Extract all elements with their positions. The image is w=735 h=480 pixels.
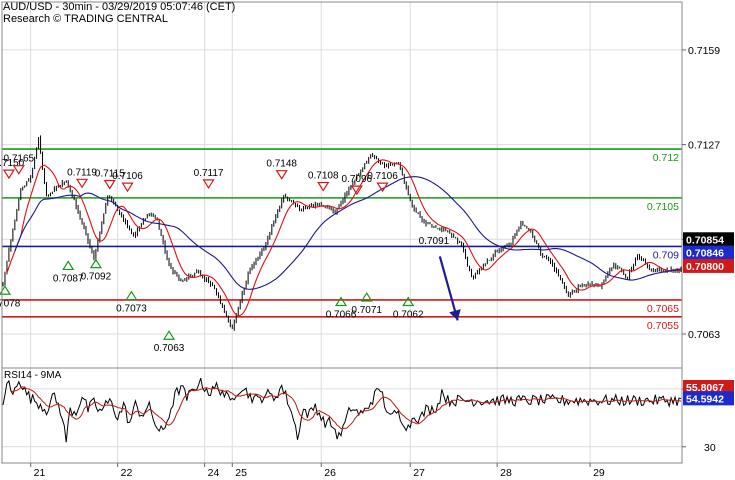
x-axis-label: 21 [34, 467, 46, 479]
level-label: 0.7105 [647, 201, 679, 213]
x-axis-label: 27 [413, 467, 425, 479]
rsi-panel: RSI14 - 9MA [2, 370, 682, 443]
price-marker-label: 0.7148 [266, 159, 297, 170]
rsi-panel-border [1, 367, 683, 464]
low-marker-triangle [162, 330, 176, 340]
high-marker-triangle [121, 182, 134, 193]
forecast-arrow-head [449, 309, 461, 321]
rsi-line [2, 377, 682, 443]
price-marker-label: 0.7165 [4, 154, 35, 165]
price-marker-label: 0.7078 [0, 298, 21, 309]
price-marker-label: 0.7108 [308, 171, 339, 182]
rsi-badge-label: 54.5942 [686, 393, 724, 405]
grid-lines [2, 2, 682, 463]
rsi-label: RSI14 - 9MA [4, 370, 62, 381]
low-marker-triangle [125, 290, 138, 301]
slow-moving-average [14, 176, 682, 290]
axes: 0.70630.70950.71270.71593055212224252627… [1, 1, 720, 479]
x-axis-label: 25 [235, 467, 247, 479]
level-label: 0.709 [653, 249, 679, 261]
level-label: 0.7055 [647, 320, 679, 332]
price-badge-label: 0.70846 [686, 248, 724, 260]
high-marker-triangle [75, 178, 89, 189]
chart-subtitle: Research © TRADING CENTRAL [3, 13, 168, 25]
x-axis-label: 29 [593, 467, 605, 479]
chart-title: AUD/USD - 30min - 03/29/2019 05:07:46 (C… [3, 1, 236, 13]
rsi-axis-label: 30 [704, 442, 716, 454]
price-marker-label: 0.7106 [112, 171, 143, 182]
low-marker-triangle [0, 285, 12, 295]
price-marker-label: 0.7092 [81, 272, 112, 283]
value-badges: 0.708540.708460.7080055.806754.5942 [683, 232, 734, 406]
low-marker-triangle [402, 296, 415, 307]
level-label: 0.7065 [647, 303, 679, 315]
price-badge-label: 0.70800 [686, 261, 724, 273]
price-panel: 0.70780.71500.71650.70870.71190.70920.71… [0, 135, 682, 354]
price-marker-label: 0.7062 [393, 310, 424, 321]
level-label: 0.712 [653, 152, 679, 164]
x-axis-label: 22 [121, 467, 133, 479]
high-marker-triangle [275, 170, 288, 180]
price-marker-label: 0.7073 [116, 304, 147, 315]
price-marker-label: 0.7106 [367, 171, 398, 182]
low-marker-triangle [62, 260, 75, 271]
x-axis-label: 28 [500, 467, 512, 479]
price-badge-label: 0.70854 [686, 234, 724, 246]
x-axis-label: 24 [208, 467, 220, 479]
price-axis-label: 0.7159 [688, 45, 720, 57]
price-marker-label: 0.7119 [67, 167, 97, 178]
chart-canvas: 0.712 0.7105 0.709 0.7065 0.7055 0.7078 0.715… [0, 1, 734, 479]
price-marker-label: 0.7117 [194, 168, 224, 179]
price-marker-label: 0.7087 [53, 273, 84, 284]
price-axis-label: 0.7063 [688, 329, 720, 341]
price-marker-label: 0.7071 [351, 305, 382, 316]
price-marker-label: 0.7091 [419, 236, 450, 247]
high-marker-triangle [317, 181, 330, 192]
rsi-moving-average [10, 386, 682, 430]
high-marker-triangle [2, 169, 16, 180]
price-axis-label: 0.7127 [688, 140, 720, 152]
x-axis-label: 26 [324, 467, 336, 479]
price-marker-label: 0.7063 [154, 343, 185, 354]
low-marker-triangle [334, 296, 348, 307]
